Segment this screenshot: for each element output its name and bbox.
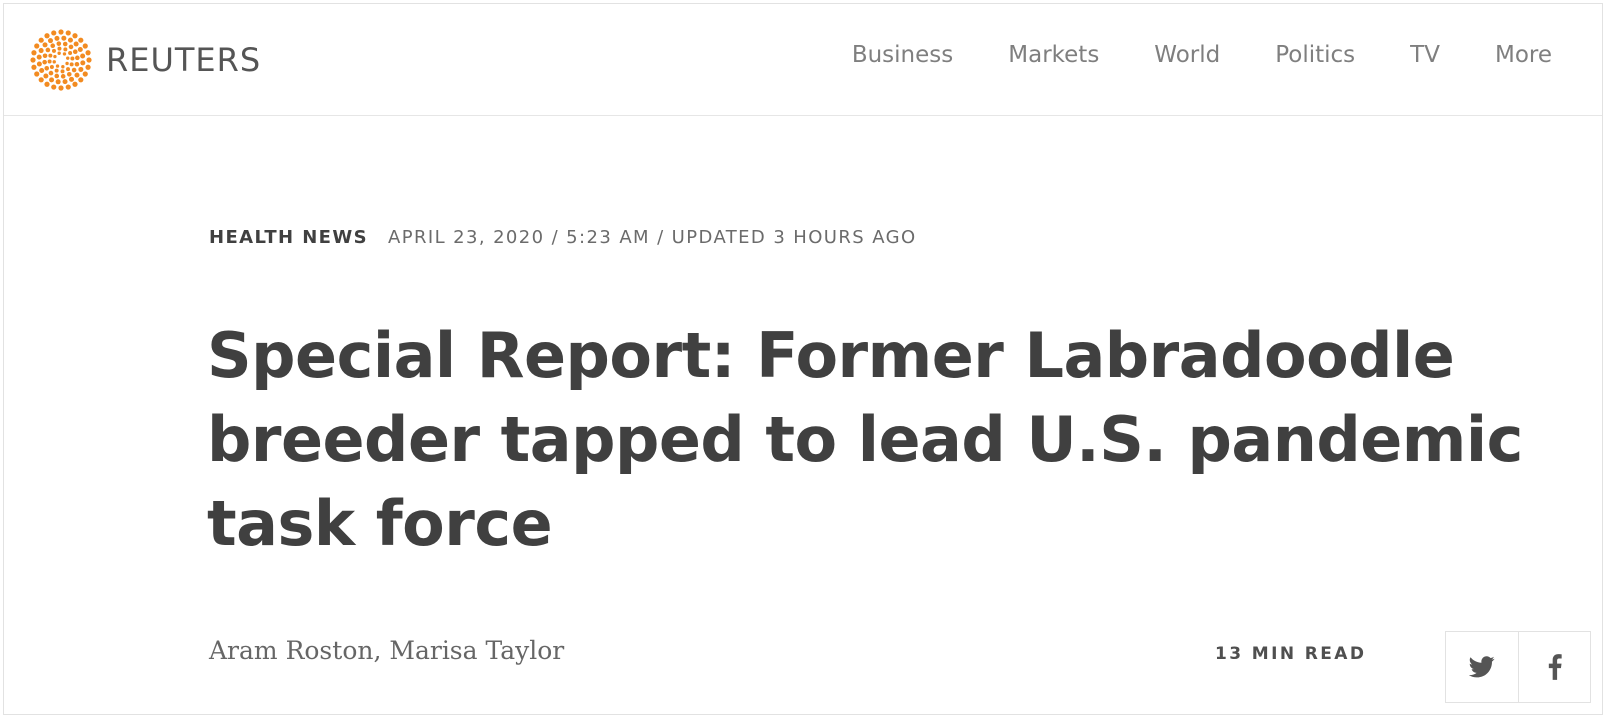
nav-tv[interactable]: TV — [1410, 42, 1440, 68]
nav-world[interactable]: World — [1154, 42, 1220, 68]
nav-more[interactable]: More — [1495, 42, 1552, 68]
nav-politics[interactable]: Politics — [1275, 42, 1355, 68]
article-meta: HEALTH NEWS APRIL 23, 2020 / 5:23 AM / U… — [209, 227, 917, 248]
twitter-icon — [1469, 656, 1495, 678]
nav-business[interactable]: Business — [852, 42, 953, 68]
read-time: 13 MIN READ — [1215, 644, 1367, 664]
nav-markets[interactable]: Markets — [1008, 42, 1099, 68]
share-facebook-button[interactable] — [1518, 632, 1590, 702]
article-headline: Special Report: Former Labradoodle breed… — [207, 319, 1523, 560]
share-bar — [1445, 631, 1591, 703]
page-frame: REUTERS Business Markets World Politics … — [3, 3, 1603, 715]
facebook-icon — [1548, 654, 1562, 680]
reuters-logo-icon — [30, 29, 92, 91]
dateline: APRIL 23, 2020 / 5:23 AM / UPDATED 3 HOU… — [387, 227, 917, 248]
section-label[interactable]: HEALTH NEWS — [209, 227, 368, 248]
brand-name: REUTERS — [106, 41, 262, 79]
byline[interactable]: Aram Roston, Marisa Taylor — [209, 636, 564, 665]
reuters-logo[interactable]: REUTERS — [30, 29, 262, 91]
share-twitter-button[interactable] — [1446, 632, 1518, 702]
site-header: REUTERS Business Markets World Politics … — [4, 4, 1602, 116]
main-nav: Business Markets World Politics TV More — [797, 42, 1552, 68]
